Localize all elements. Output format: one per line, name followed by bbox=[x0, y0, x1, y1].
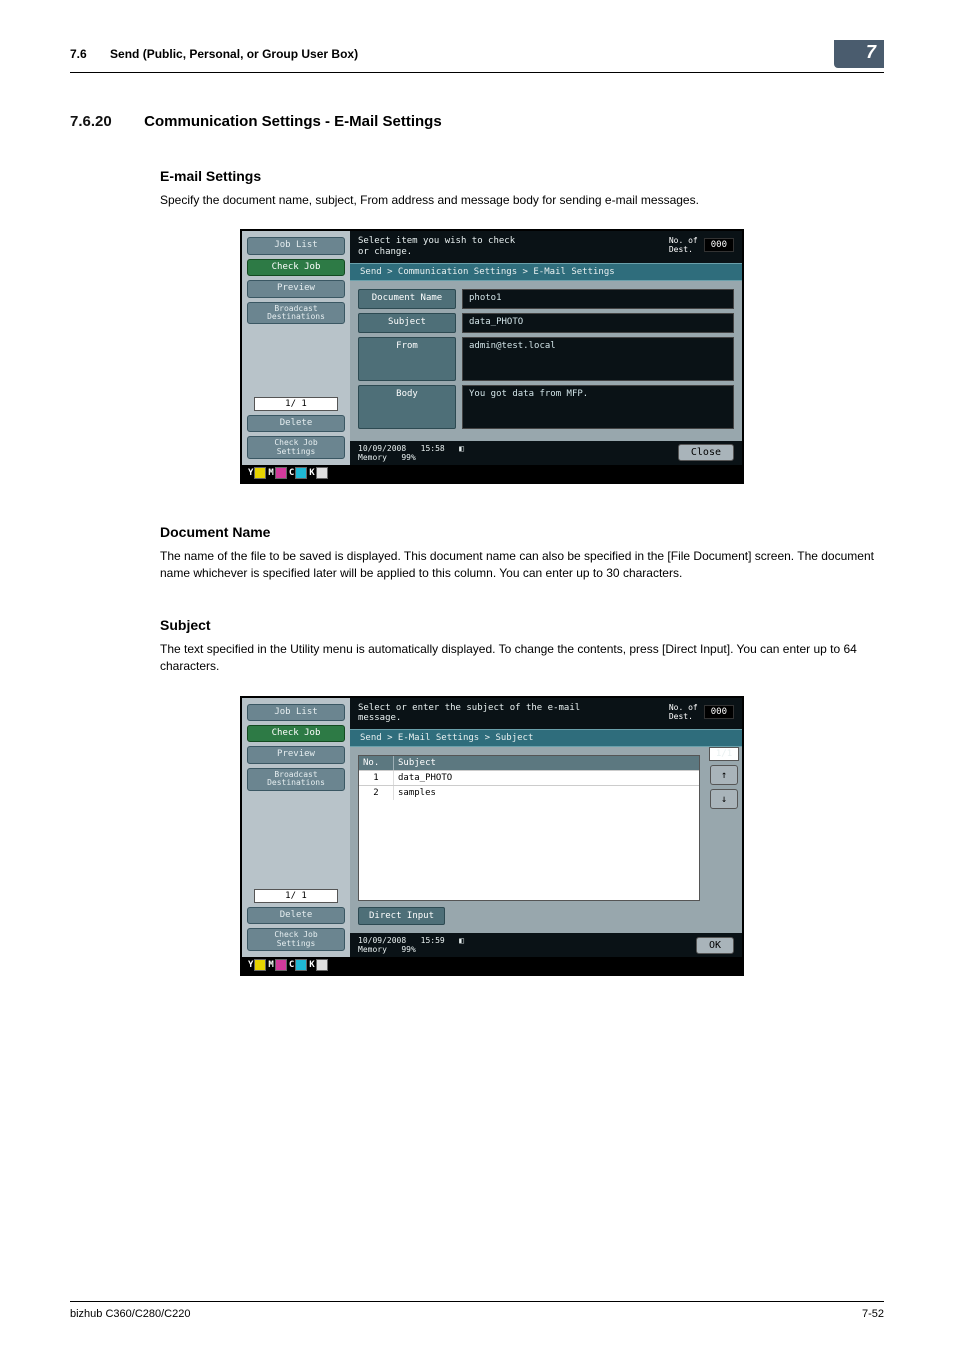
footer-page-number: 7-52 bbox=[862, 1308, 884, 1320]
subhead-document-name: Document Name bbox=[160, 524, 884, 540]
toner-y-label: Y bbox=[248, 468, 253, 478]
subject-value: data_PHOTO bbox=[462, 313, 734, 333]
status-icon: ◧ bbox=[459, 936, 464, 945]
page-indicator: 1/1 bbox=[709, 747, 739, 761]
row-no: 1 bbox=[359, 771, 394, 785]
para-document-name: The name of the file to be saved is disp… bbox=[160, 548, 884, 583]
toner-m-icon bbox=[275, 959, 287, 971]
status-icon: ◧ bbox=[459, 444, 464, 453]
chapter-tab: 7 bbox=[834, 40, 884, 68]
page-header: 7.6 Send (Public, Personal, or Group Use… bbox=[70, 40, 884, 73]
status-time: 15:59 bbox=[421, 936, 445, 945]
toner-c-icon bbox=[295, 467, 307, 479]
toner-m-label: M bbox=[268, 960, 273, 970]
body-value: You got data from MFP. bbox=[462, 385, 734, 429]
ok-button[interactable]: OK bbox=[696, 937, 734, 954]
screenshot-subject: Job List Check Job Preview Broadcast Des… bbox=[240, 696, 884, 977]
status-date: 10/09/2008 bbox=[358, 936, 406, 945]
status-time: 15:58 bbox=[421, 444, 445, 453]
from-value: admin@test.local bbox=[462, 337, 734, 381]
header-section-num: 7.6 bbox=[70, 47, 87, 61]
body-button[interactable]: Body bbox=[358, 385, 456, 429]
job-list-button[interactable]: Job List bbox=[247, 237, 345, 254]
delete-button[interactable]: Delete bbox=[247, 415, 345, 432]
delete-button[interactable]: Delete bbox=[247, 907, 345, 924]
check-job-button[interactable]: Check Job bbox=[247, 725, 345, 742]
job-list-button[interactable]: Job List bbox=[247, 704, 345, 721]
arrow-down-icon: ↓ bbox=[721, 794, 727, 805]
document-name-value: photo1 bbox=[462, 289, 734, 309]
header-section-title: Send (Public, Personal, or Group User Bo… bbox=[110, 47, 358, 61]
status-left: 10/09/2008 15:59 ◧ Memory 99% bbox=[358, 936, 464, 954]
toner-k-icon bbox=[316, 467, 328, 479]
col-header-no: No. bbox=[359, 756, 394, 770]
dest-count-label: No. of Dest. bbox=[669, 703, 698, 721]
instruction-text: Select item you wish to check or change. bbox=[358, 236, 515, 258]
broadcast-destinations-button[interactable]: Broadcast Destinations bbox=[247, 302, 345, 325]
check-job-button[interactable]: Check Job bbox=[247, 259, 345, 276]
table-row[interactable]: 2 samples bbox=[359, 785, 699, 800]
broadcast-destinations-button[interactable]: Broadcast Destinations bbox=[247, 768, 345, 791]
close-button[interactable]: Close bbox=[678, 444, 734, 461]
dest-count-value: 000 bbox=[704, 238, 734, 252]
subhead-email-settings: E-mail Settings bbox=[160, 168, 884, 184]
document-name-button[interactable]: Document Name bbox=[358, 289, 456, 309]
scroll-up-button[interactable]: ↑ bbox=[710, 765, 738, 785]
instruction-text: Select or enter the subject of the e-mai… bbox=[358, 703, 580, 725]
row-no: 2 bbox=[359, 786, 394, 800]
status-left: 10/09/2008 15:58 ◧ Memory 99% bbox=[358, 444, 464, 462]
toner-status-bar: Y M C K bbox=[242, 957, 742, 974]
sidebar: Job List Check Job Preview Broadcast Des… bbox=[242, 231, 350, 465]
sidebar-pager: 1/ 1 bbox=[254, 397, 338, 411]
sidebar-pager: 1/ 1 bbox=[254, 889, 338, 903]
status-memory-pct: 99% bbox=[401, 945, 415, 954]
from-button[interactable]: From bbox=[358, 337, 456, 381]
toner-y-icon bbox=[254, 467, 266, 479]
breadcrumb: Send > E-Mail Settings > Subject bbox=[350, 729, 742, 747]
subject-button[interactable]: Subject bbox=[358, 313, 456, 333]
screenshot-email-settings: Job List Check Job Preview Broadcast Des… bbox=[240, 229, 884, 484]
section-number: 7.6.20 bbox=[70, 113, 140, 130]
preview-button[interactable]: Preview bbox=[247, 280, 345, 297]
status-date: 10/09/2008 bbox=[358, 444, 406, 453]
toner-c-icon bbox=[295, 959, 307, 971]
row-subject: data_PHOTO bbox=[394, 771, 699, 785]
toner-status-bar: Y M C K bbox=[242, 465, 742, 482]
dest-count-label: No. of Dest. bbox=[669, 236, 698, 254]
table-row[interactable]: 1 data_PHOTO bbox=[359, 770, 699, 785]
header-left: 7.6 Send (Public, Personal, or Group Use… bbox=[70, 47, 358, 61]
toner-c-label: C bbox=[289, 960, 294, 970]
toner-c-label: C bbox=[289, 468, 294, 478]
status-memory-label: Memory bbox=[358, 453, 387, 462]
toner-k-icon bbox=[316, 959, 328, 971]
footer-model: bizhub C360/C280/C220 bbox=[70, 1308, 190, 1320]
section-title-text: Communication Settings - E-Mail Settings bbox=[144, 113, 442, 130]
subject-table: No. Subject 1 data_PHOTO 2 samples bbox=[358, 755, 700, 901]
toner-y-label: Y bbox=[248, 960, 253, 970]
status-memory-pct: 99% bbox=[401, 453, 415, 462]
page-footer: bizhub C360/C280/C220 7-52 bbox=[70, 1301, 884, 1320]
check-job-settings-button[interactable]: Check Job Settings bbox=[247, 928, 345, 951]
toner-k-label: K bbox=[309, 468, 314, 478]
scroll-down-button[interactable]: ↓ bbox=[710, 789, 738, 809]
status-memory-label: Memory bbox=[358, 945, 387, 954]
section-heading: 7.6.20 Communication Settings - E-Mail S… bbox=[70, 113, 884, 130]
breadcrumb: Send > Communication Settings > E-Mail S… bbox=[350, 263, 742, 281]
dest-count-value: 000 bbox=[704, 705, 734, 719]
preview-button[interactable]: Preview bbox=[247, 746, 345, 763]
check-job-settings-button[interactable]: Check Job Settings bbox=[247, 436, 345, 459]
toner-k-label: K bbox=[309, 960, 314, 970]
para-subject: The text specified in the Utility menu i… bbox=[160, 641, 884, 676]
direct-input-button[interactable]: Direct Input bbox=[358, 907, 445, 925]
toner-m-icon bbox=[275, 467, 287, 479]
subhead-subject: Subject bbox=[160, 617, 884, 633]
toner-m-label: M bbox=[268, 468, 273, 478]
toner-y-icon bbox=[254, 959, 266, 971]
row-subject: samples bbox=[394, 786, 699, 800]
sidebar: Job List Check Job Preview Broadcast Des… bbox=[242, 698, 350, 958]
para-email-settings: Specify the document name, subject, From… bbox=[160, 192, 884, 209]
arrow-up-icon: ↑ bbox=[721, 770, 727, 781]
col-header-subject: Subject bbox=[394, 756, 699, 770]
